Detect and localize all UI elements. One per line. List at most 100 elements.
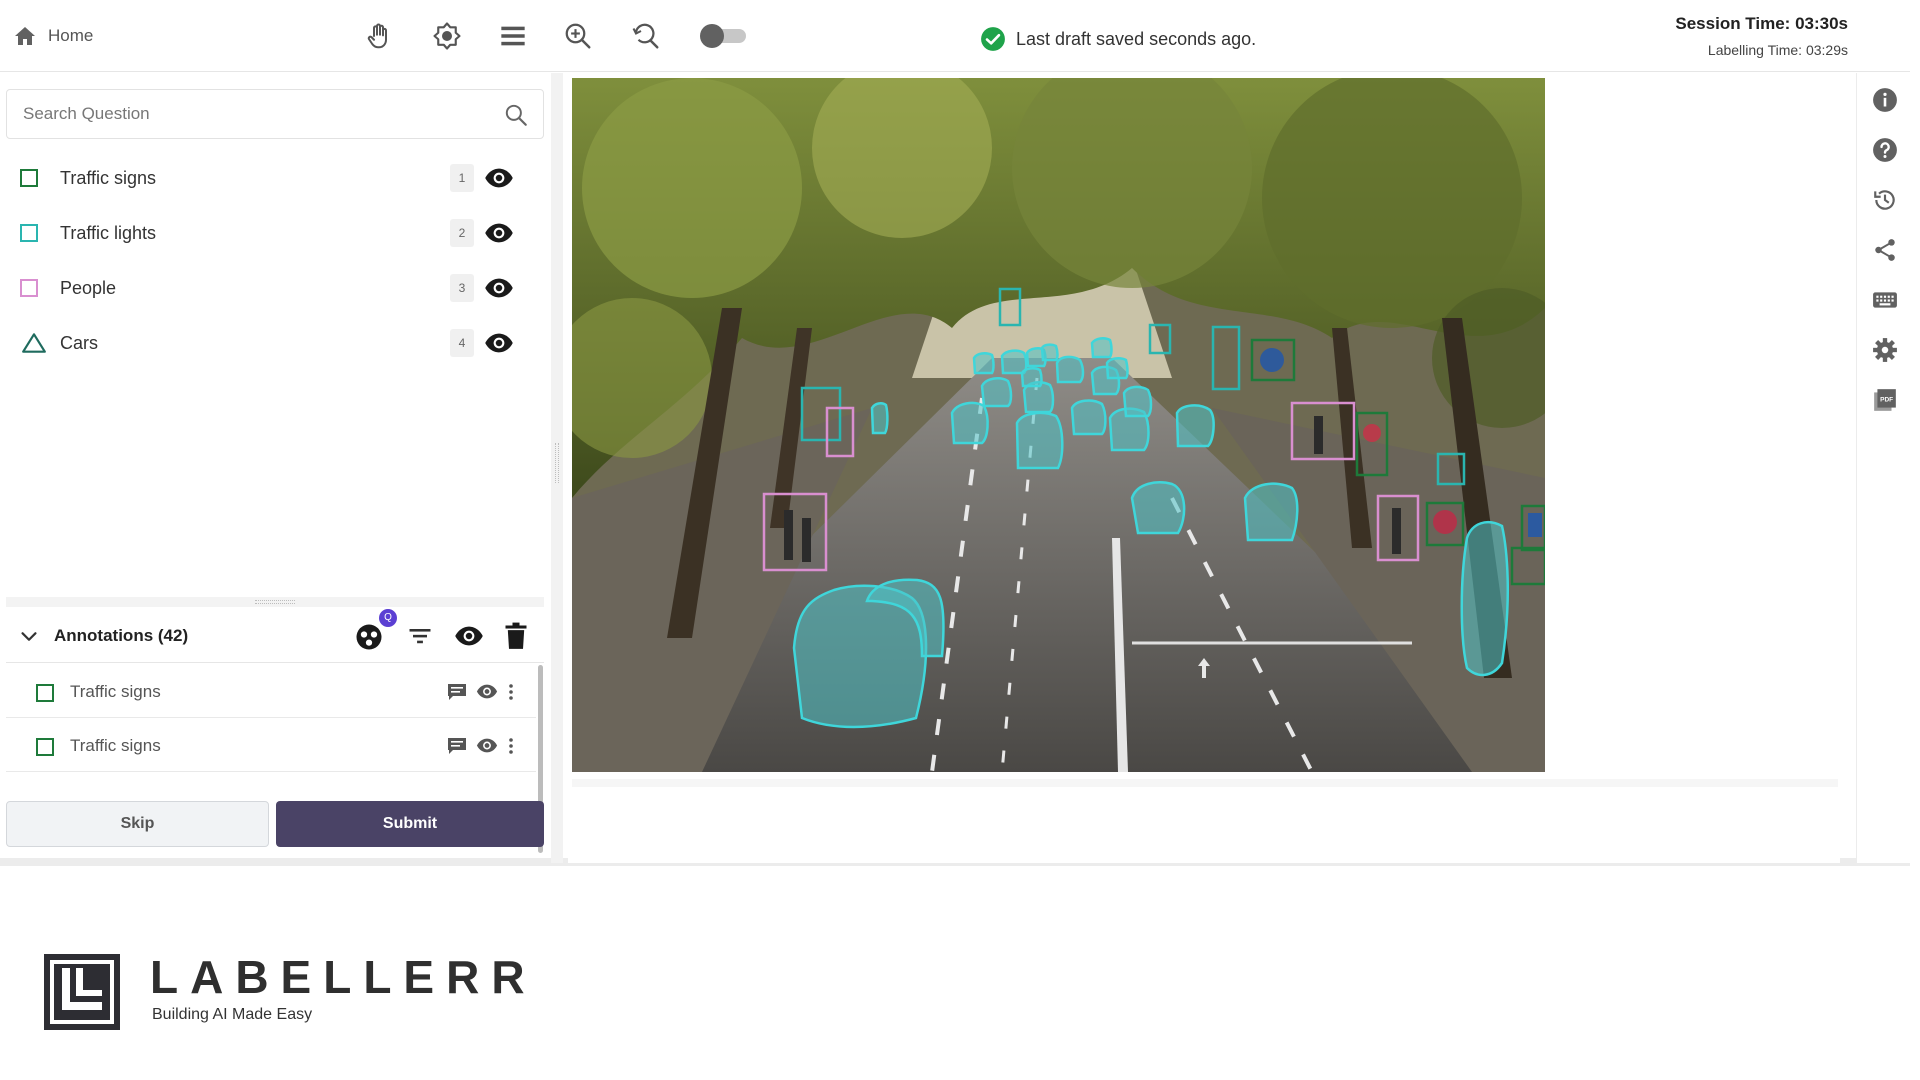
comment-icon <box>448 738 466 754</box>
zoom-in-icon <box>565 23 591 49</box>
class-item-people[interactable]: People 3 <box>0 265 550 311</box>
skip-button[interactable]: Skip <box>6 801 269 847</box>
eye-icon <box>455 626 483 646</box>
box-shape-icon <box>20 224 38 242</box>
box-shape-icon <box>20 169 38 187</box>
submit-button[interactable]: Submit <box>276 801 544 847</box>
annotation-visibility-toggle[interactable] <box>476 737 498 754</box>
panel-resize-handle[interactable] <box>6 597 544 607</box>
annotations-title: Annotations (42) <box>54 626 189 645</box>
share-button[interactable] <box>1871 236 1899 264</box>
hotkey-badge: 1 <box>450 164 474 192</box>
zoom-in-button[interactable] <box>560 18 596 54</box>
hand-pan-icon <box>367 23 387 49</box>
annotation-canvas[interactable] <box>568 73 1840 863</box>
class-item-cars[interactable]: Cars 4 <box>0 320 550 366</box>
keyboard-shortcuts-button[interactable] <box>1871 286 1899 314</box>
export-pdf-button[interactable]: PDF <box>1871 386 1899 414</box>
pdf-icon: PDF <box>1874 389 1896 411</box>
class-name: People <box>60 277 117 298</box>
help-button[interactable] <box>1871 136 1899 164</box>
labelling-app: Home Last draft saved seconds ago. Sessi… <box>0 0 1910 866</box>
save-status-text: Last draft saved seconds ago. <box>1016 28 1257 49</box>
brightness-button[interactable] <box>429 18 465 54</box>
brand-tagline: Building AI Made Easy <box>152 1006 313 1023</box>
ai-assist-badge: Q <box>379 609 397 627</box>
brightness-icon <box>433 22 461 50</box>
search-box <box>6 89 544 139</box>
eye-icon <box>485 333 513 353</box>
box-shape-icon <box>36 684 54 702</box>
eye-icon <box>485 223 513 243</box>
street-scene-image[interactable] <box>572 78 1545 772</box>
annotations-header: Annotations (42) Q <box>6 609 544 663</box>
trash-icon <box>505 622 527 649</box>
labellerr-logo-icon <box>44 954 120 1030</box>
home-icon <box>15 27 35 45</box>
annotation-item[interactable]: Traffic signs <box>6 719 536 772</box>
box-shape-icon <box>20 279 38 297</box>
canvas-horizontal-scrollbar[interactable] <box>572 779 1838 787</box>
zoom-reset-icon <box>632 23 659 49</box>
panel-divider[interactable] <box>551 73 563 863</box>
visibility-toggle[interactable] <box>484 277 514 299</box>
eye-icon <box>485 278 513 298</box>
visibility-toggle[interactable] <box>484 222 514 244</box>
keyboard-icon <box>1873 292 1897 308</box>
labelling-time: Labelling Time: 03:29s <box>1707 42 1848 58</box>
layers-menu-button[interactable] <box>495 18 531 54</box>
save-status: Last draft saved seconds ago. <box>980 26 1256 52</box>
brand-name: LABELLERR <box>150 951 537 1003</box>
home-label: Home <box>48 26 94 45</box>
class-name: Cars <box>60 332 99 353</box>
annotation-name: Traffic signs <box>70 736 161 755</box>
collapse-annotations-button[interactable] <box>18 626 40 648</box>
more-options-button[interactable] <box>507 683 515 701</box>
delete-all-button[interactable] <box>504 622 528 650</box>
search-input[interactable] <box>23 90 483 138</box>
settings-icon <box>1873 338 1897 362</box>
top-toolbar: Home Last draft saved seconds ago. Sessi… <box>0 0 1910 72</box>
polygon-shape-icon <box>22 333 46 353</box>
ai-assist-button[interactable] <box>354 622 384 652</box>
filter-button[interactable] <box>406 622 434 650</box>
class-item-traffic-lights[interactable]: Traffic lights 2 <box>0 210 550 256</box>
more-options-button[interactable] <box>507 737 515 755</box>
history-icon <box>1874 190 1895 210</box>
comment-button[interactable] <box>447 737 467 755</box>
settings-button[interactable] <box>1871 336 1899 364</box>
toggle-all-visibility-button[interactable] <box>454 622 484 650</box>
class-name: Traffic signs <box>60 167 157 188</box>
hotkey-badge: 4 <box>450 329 474 357</box>
pan-tool-button[interactable] <box>361 18 397 54</box>
history-button[interactable] <box>1871 186 1899 214</box>
info-button[interactable] <box>1871 86 1899 114</box>
class-item-traffic-signs[interactable]: Traffic signs 1 <box>0 155 550 201</box>
annotation-item[interactable]: Traffic signs <box>6 665 536 718</box>
comment-button[interactable] <box>447 683 467 701</box>
layers-menu-icon <box>501 26 525 46</box>
share-icon <box>1875 239 1895 261</box>
check-circle-icon <box>981 27 1005 51</box>
view-mode-toggle[interactable] <box>700 24 748 48</box>
visibility-toggle[interactable] <box>484 167 514 189</box>
filter-icon <box>409 629 431 644</box>
eye-icon <box>476 684 498 699</box>
annotation-name: Traffic signs <box>70 682 161 701</box>
eye-icon <box>476 738 498 753</box>
help-icon <box>1873 138 1897 162</box>
class-name: Traffic lights <box>60 222 157 243</box>
home-link[interactable]: Home <box>12 22 93 50</box>
comment-icon <box>448 684 466 700</box>
visibility-toggle[interactable] <box>484 332 514 354</box>
annotation-visibility-toggle[interactable] <box>476 683 498 700</box>
search-button[interactable] <box>503 102 529 128</box>
hotkey-badge: 2 <box>450 219 474 247</box>
zoom-reset-button[interactable] <box>628 18 664 54</box>
chevron-down-icon <box>21 632 37 641</box>
question-panel: Traffic signs 1 Traffic lights 2 <box>0 73 550 863</box>
hotkey-badge: 3 <box>450 274 474 302</box>
session-time: Session Time: 03:30s <box>1675 14 1848 33</box>
box-shape-icon <box>36 738 54 756</box>
right-sidebar: PDF <box>1856 73 1910 863</box>
